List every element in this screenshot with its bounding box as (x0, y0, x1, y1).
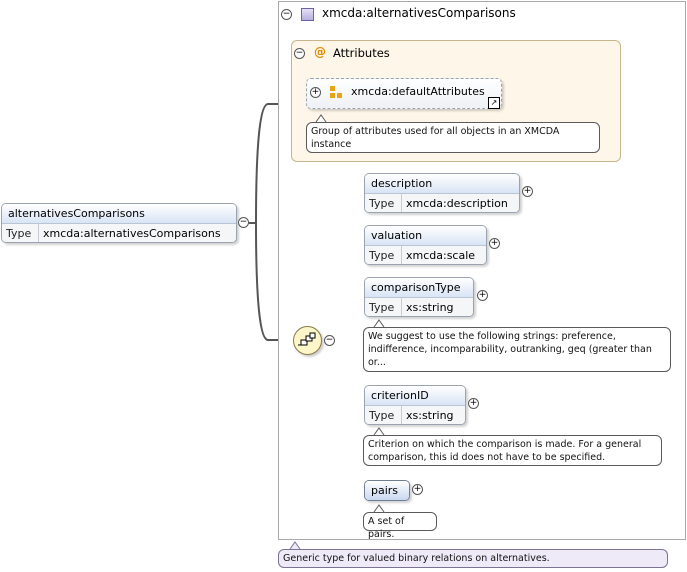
annotation-pointers (289, 114, 385, 550)
